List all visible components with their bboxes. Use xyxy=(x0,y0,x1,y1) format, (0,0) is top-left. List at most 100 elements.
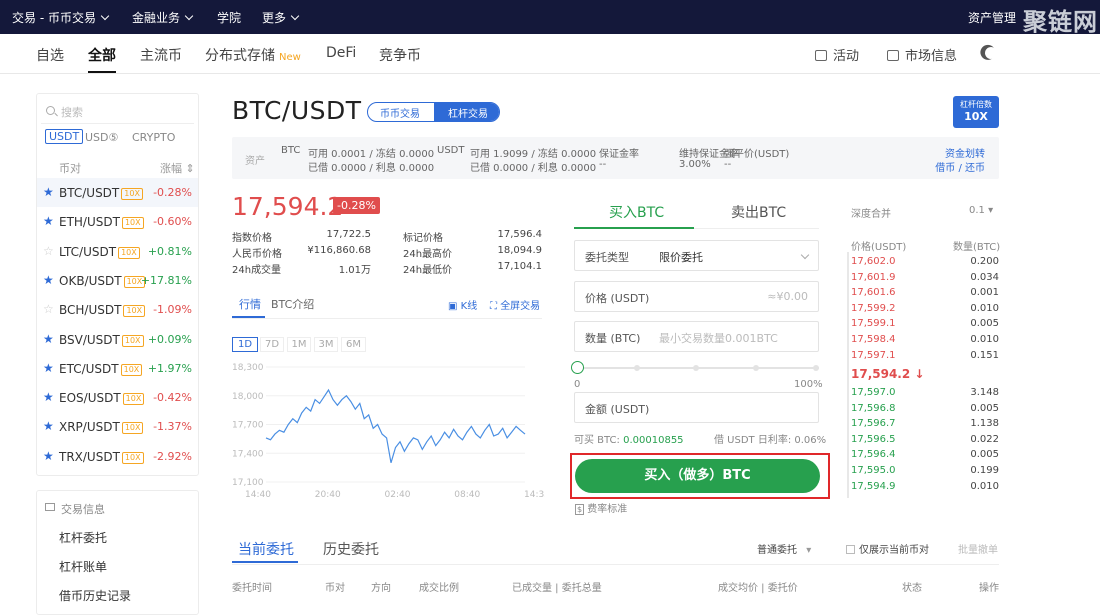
tab-mainstream[interactable]: 主流币 xyxy=(140,45,182,65)
x-tick-label: 08:40 xyxy=(454,490,480,500)
tab-current-orders[interactable]: 当前委托 xyxy=(238,539,294,559)
orderbook-scrollbar[interactable] xyxy=(847,252,849,498)
fee-link[interactable]: $ 费率标准 xyxy=(575,500,627,515)
nav-academy[interactable]: 学院 xyxy=(217,9,241,26)
chevron-down-icon xyxy=(800,250,810,260)
market-row[interactable]: ☆ LTC/USDT 10X +0.81% xyxy=(37,237,198,266)
orderbook-row[interactable]: 17,599.2 0.010 xyxy=(851,303,999,318)
pair-name: TRX/USDT xyxy=(59,449,120,464)
amount-input[interactable]: 金额 (USDT) xyxy=(574,392,819,423)
orderbook-row[interactable]: 17,595.0 0.199 xyxy=(851,465,999,480)
range-1d[interactable]: 1D xyxy=(232,337,258,352)
market-row[interactable]: ★ BTC/USDT 10X -0.28% xyxy=(37,178,198,207)
range-1m[interactable]: 1M xyxy=(287,337,311,352)
cancel-all-button[interactable]: 批量撤单 xyxy=(958,541,998,556)
quote-tab-usd[interactable]: USD⑤ xyxy=(85,131,118,144)
tab-storage[interactable]: 分布式存储 New xyxy=(205,45,301,65)
link-borrow-history[interactable]: 借币历史记录 xyxy=(59,587,131,604)
transfer-link[interactable]: 资金划转 xyxy=(945,145,985,160)
depth-merge-select[interactable]: 0.1 ▾ xyxy=(969,205,993,216)
favorite-star-icon[interactable]: ★ xyxy=(43,390,54,404)
favorite-star-icon[interactable]: ★ xyxy=(43,449,54,463)
range-7d[interactable]: 7D xyxy=(260,337,284,352)
fullscreen-link[interactable]: ⛶ 全屏交易 xyxy=(490,297,540,312)
asset-summary: 资产 BTC 可用 0.0001 / 冻结 0.0000 已借 0.0000 /… xyxy=(232,137,999,179)
only-current-checkbox[interactable]: 仅展示当前币对 xyxy=(846,541,929,556)
nav-finance-menu[interactable]: 金融业务 xyxy=(132,9,194,26)
quote-tab-crypto[interactable]: CRYPTO xyxy=(132,131,175,144)
orderbook-row[interactable]: 17,597.0 3.148 xyxy=(851,387,999,402)
market-row[interactable]: ★ TRX/USDT 10X -2.92% xyxy=(37,442,198,471)
tab-order-history[interactable]: 历史委托 xyxy=(323,539,379,559)
x-tick-label: 02:40 xyxy=(385,490,411,500)
search-input[interactable]: 搜索 xyxy=(41,98,194,124)
orderbook-qty: 0.200 xyxy=(970,256,999,267)
pair-change: +0.09% xyxy=(147,332,192,346)
orderbook-row[interactable]: 17,596.8 0.005 xyxy=(851,403,999,418)
favorite-star-icon[interactable]: ★ xyxy=(43,361,54,375)
borrow-repay-link[interactable]: 借币 / 还币 xyxy=(935,159,985,174)
market-row[interactable]: ★ EOS/USDT 10X -0.42% xyxy=(37,383,198,412)
activity-link[interactable]: 活动 xyxy=(815,45,859,64)
leverage-badge[interactable]: 杠杆倍数 10X xyxy=(953,96,999,128)
column-change[interactable]: 涨幅 ⇕ xyxy=(160,160,195,176)
favorite-star-icon[interactable]: ★ xyxy=(43,185,54,199)
tab-buy[interactable]: 买入BTC xyxy=(609,202,664,222)
theme-toggle[interactable] xyxy=(985,47,997,63)
market-row[interactable]: ★ XRP/USDT 10X -1.37% xyxy=(37,412,198,441)
range-6m[interactable]: 6M xyxy=(341,337,366,352)
price-chart[interactable]: 18,300 18,000 17,700 17,400 17,100 14:40 20:40… xyxy=(230,360,545,500)
price-change-badge: -0.28% xyxy=(333,197,380,214)
market-row[interactable]: ☆ BCH/USDT 10X -1.09% xyxy=(37,295,198,324)
orderbook-row[interactable]: 17,601.6 0.001 xyxy=(851,287,999,302)
order-type-select[interactable]: 委托类型 限价委托 xyxy=(574,240,819,271)
orderbook-row[interactable]: 17,601.9 0.034 xyxy=(851,272,999,287)
link-leverage-orders[interactable]: 杠杆委托 xyxy=(59,529,107,546)
market-row[interactable]: ★ OKB/USDT 10X +17.81% xyxy=(37,266,198,295)
tab-btc-intro[interactable]: BTC介绍 xyxy=(271,296,314,312)
orderbook-row[interactable]: 17,602.0 0.200 xyxy=(851,256,999,271)
mode-spot[interactable]: 币币交易 xyxy=(380,105,420,120)
tab-all[interactable]: 全部 xyxy=(88,45,116,65)
market-row[interactable]: ★ BSV/USDT 10X +0.09% xyxy=(37,325,198,354)
range-3m[interactable]: 3M xyxy=(314,337,338,352)
favorite-star-icon[interactable]: ☆ xyxy=(43,302,54,316)
market-row[interactable]: ★ ETC/USDT 10X +1.97% xyxy=(37,354,198,383)
watermark-logo: 聚链网 xyxy=(1023,7,1098,36)
orderbook-row[interactable]: 17,599.1 0.005 xyxy=(851,318,999,333)
orderbook-row[interactable]: 17,596.4 0.005 xyxy=(851,449,999,464)
market-row[interactable]: ★ ETH/USDT 10X -0.60% xyxy=(37,207,198,236)
tab-defi[interactable]: DeFi xyxy=(326,45,356,61)
category-nav: 自选 全部 主流币 分布式存储 New DeFi 竞争币 活动 市场信息 xyxy=(0,34,1100,74)
nav-more-menu[interactable]: 更多 xyxy=(262,9,300,26)
link-leverage-bills[interactable]: 杠杆账单 xyxy=(59,558,107,575)
nav-asset-management[interactable]: 资产管理 xyxy=(968,9,1016,26)
slider-handle[interactable] xyxy=(571,361,584,374)
leverage-tag: 10X xyxy=(121,451,144,464)
price-input[interactable]: 价格 (USDT) ≈¥0.00 xyxy=(574,281,819,312)
orderbook-row[interactable]: 17,598.4 0.010 xyxy=(851,334,999,349)
orderbook-row[interactable]: 17,594.9 0.010 xyxy=(851,481,999,496)
tab-competing[interactable]: 竞争币 xyxy=(379,45,421,65)
orderbook-row[interactable]: 17,596.5 0.022 xyxy=(851,434,999,449)
orderbook-row[interactable]: 17,597.1 0.151 xyxy=(851,350,999,365)
market-info-link[interactable]: 市场信息 xyxy=(887,45,957,64)
orderbook-row[interactable]: 17,596.7 1.138 xyxy=(851,418,999,433)
tab-favorites[interactable]: 自选 xyxy=(36,45,64,65)
favorite-star-icon[interactable]: ☆ xyxy=(43,244,54,258)
nav-trade-menu[interactable]: 交易 - 币币交易 xyxy=(12,9,110,26)
mode-margin[interactable]: 杠杆交易 xyxy=(448,105,488,120)
tab-quote[interactable]: 行情 xyxy=(239,296,261,312)
buy-long-button[interactable]: 买入（做多）BTC xyxy=(575,459,820,493)
favorite-star-icon[interactable]: ★ xyxy=(43,419,54,433)
favorite-star-icon[interactable]: ★ xyxy=(43,273,54,287)
kline-link[interactable]: ▣ K线 xyxy=(448,297,477,312)
quote-tab-usdt[interactable]: USDT xyxy=(45,129,84,144)
tab-sell[interactable]: 卖出BTC xyxy=(731,202,786,222)
order-filter-select[interactable]: 普通委托 ▾ xyxy=(757,541,811,556)
trade-info-title: 交易信息 xyxy=(61,503,105,516)
x-tick-label: 20:40 xyxy=(315,490,341,500)
quantity-input[interactable]: 数量 (BTC) 最小交易数量0.001BTC xyxy=(574,321,819,352)
favorite-star-icon[interactable]: ★ xyxy=(43,214,54,228)
favorite-star-icon[interactable]: ★ xyxy=(43,332,54,346)
